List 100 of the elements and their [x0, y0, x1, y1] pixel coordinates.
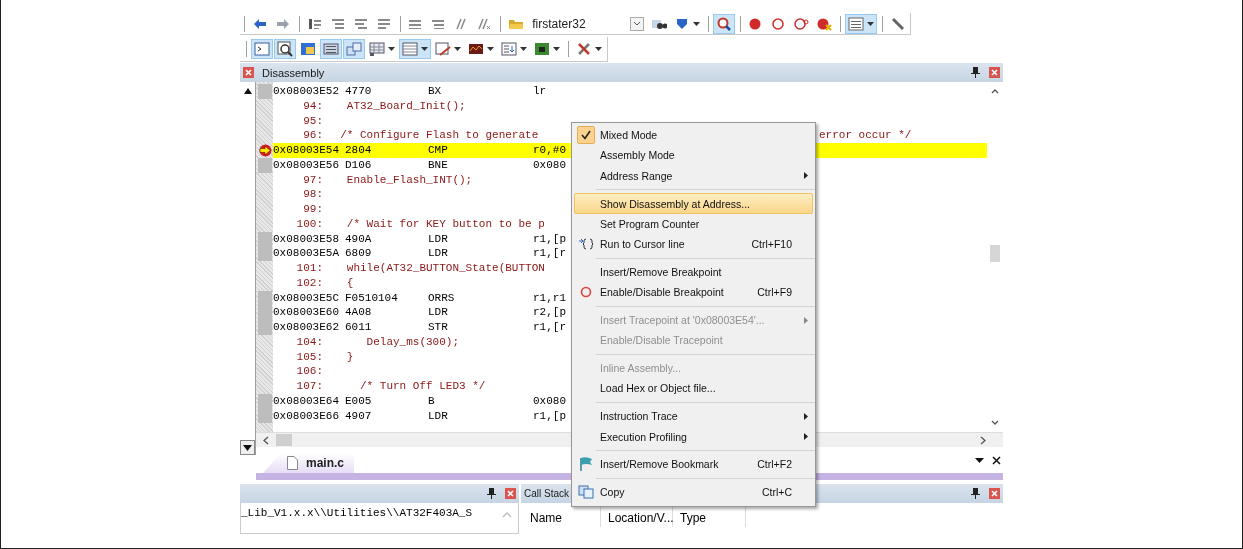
opcode-text: 6809 [345, 246, 373, 261]
menu-item[interactable]: Execution Profiling [574, 426, 813, 447]
close-icon[interactable] [992, 456, 1001, 465]
scroll-thumb[interactable] [276, 434, 292, 446]
circle-icon [580, 286, 592, 299]
menu-item[interactable]: Show Disassembly at Address... [574, 193, 813, 214]
toolbar-button[interactable] [366, 39, 398, 59]
mnemonic-text: LDR [428, 231, 449, 247]
menu-item[interactable]: Mixed Mode [574, 125, 813, 146]
close-button[interactable] [989, 488, 1000, 499]
scroll-left-icon[interactable] [262, 435, 270, 445]
window-icon [848, 15, 865, 32]
line-number: 100: [295, 216, 323, 232]
dropdown-icon[interactable] [975, 456, 984, 465]
line-number: 106: [295, 364, 323, 379]
submenu-arrow-icon [804, 172, 808, 180]
menu-item[interactable]: Enable/Disable Breakpoint Ctrl+F9 [574, 282, 813, 303]
editor-tab[interactable]: main.c [263, 453, 354, 473]
line-number: 107: [295, 379, 323, 394]
file-icon [287, 456, 298, 470]
gutter-marker [258, 290, 272, 306]
opcode-text: 4907 [345, 408, 373, 424]
menu-item[interactable]: Address Range [574, 165, 813, 186]
operand-text: lr [533, 84, 547, 99]
scroll-up-icon[interactable] [242, 87, 253, 95]
caret-icon [553, 47, 560, 51]
opcode-text: 2804 [345, 143, 373, 158]
menu-item[interactable]: Insert/Remove Bookmark Ctrl+F2 [574, 454, 813, 475]
scroll-up-icon[interactable] [991, 87, 999, 96]
scroll-down-icon[interactable] [991, 418, 999, 427]
operand-text: 0x080 [533, 393, 566, 409]
address-text: 0x08003E64 [273, 393, 340, 409]
line-number: 94: [302, 98, 323, 114]
opcode-text: 4A08 [345, 305, 373, 320]
line-number: 102: [295, 275, 323, 291]
gutter-marker [258, 320, 272, 335]
opcode-text: 4770 [345, 84, 373, 99]
menu-item[interactable]: Copy Ctrl+C [574, 481, 813, 503]
terminal-icon [254, 41, 270, 57]
scroll-thumb[interactable] [990, 245, 1000, 262]
close-icon [244, 68, 253, 77]
magnifier-icon [715, 15, 732, 32]
gutter-marker [258, 246, 272, 261]
caret-icon [487, 47, 494, 51]
close-icon [990, 489, 999, 498]
source-code-text: /* Wait for KEY button to be p [345, 216, 545, 232]
close-button[interactable] [989, 67, 1000, 78]
close-button[interactable] [505, 488, 516, 499]
opcode-text: D106 [345, 157, 373, 173]
gutter-marker [258, 84, 272, 99]
toolbar-button[interactable] [712, 13, 735, 34]
address-text: 0x08003E60 [273, 305, 340, 320]
pin-icon[interactable] [971, 67, 980, 78]
mnemonic-text: STR [428, 320, 449, 335]
board-icon [534, 41, 550, 57]
pin-icon[interactable] [487, 488, 496, 499]
menu-item[interactable]: Assembly Mode [574, 145, 813, 166]
mnemonic-text: BNE [428, 157, 449, 173]
line-number: 105: [295, 349, 323, 365]
mnemonic-text: LDR [428, 305, 449, 320]
toolbar-button[interactable] [274, 39, 296, 59]
run-to-cursor-icon [579, 238, 593, 251]
address-text: 0x08003E62 [273, 320, 340, 335]
line-number: 99: [302, 202, 323, 217]
operand-text: r1,[p [533, 231, 566, 247]
pin-icon[interactable] [971, 488, 980, 499]
caret-icon [595, 47, 602, 51]
submenu-arrow-icon [804, 412, 808, 420]
chart-icon [468, 41, 484, 57]
gutter-marker [258, 231, 272, 247]
close-button[interactable] [243, 67, 254, 78]
menu-item[interactable]: Run to Cursor line Ctrl+F10 [574, 234, 813, 255]
windows-icon [346, 41, 362, 57]
address-text: 0x08003E66 [273, 408, 340, 424]
source-code-text: } [345, 349, 354, 365]
list-icon [323, 41, 339, 57]
submenu-arrow-icon [804, 316, 808, 324]
menu-item[interactable]: Instruction Trace [574, 406, 813, 427]
window-icon [300, 41, 316, 57]
source-code-text: while(AT32_BUTTON_State(BUTTON [345, 261, 545, 276]
scroll-down-button[interactable] [240, 440, 255, 455]
scroll-down-icon [243, 444, 252, 451]
combo-box[interactable]: firstater32 [532, 14, 644, 33]
line-number: 104: [295, 334, 323, 350]
mnemonic-text: CMP [428, 143, 449, 158]
menu-item[interactable]: Insert/Remove Breakpoint [574, 261, 813, 283]
menu-item[interactable]: Load Hex or Object file... [574, 378, 813, 399]
gutter-marker [258, 393, 272, 409]
line-number: 98: [302, 187, 323, 202]
scroll-right-icon[interactable] [979, 435, 987, 445]
caret-icon [454, 47, 461, 51]
line-number: 101: [295, 261, 323, 276]
submenu-arrow-icon [804, 433, 808, 440]
menu-item[interactable]: Set Program Counter [574, 213, 813, 234]
source-code-text: error occur */ [819, 128, 912, 143]
line-number: 96: [302, 128, 323, 143]
gutter-marker [258, 157, 272, 173]
operand-text: r0,#0 [533, 143, 566, 158]
caret-icon [692, 21, 700, 26]
output-text: _Lib_V1.x.x\\Utilities\\AT32F403A_S [241, 506, 474, 521]
